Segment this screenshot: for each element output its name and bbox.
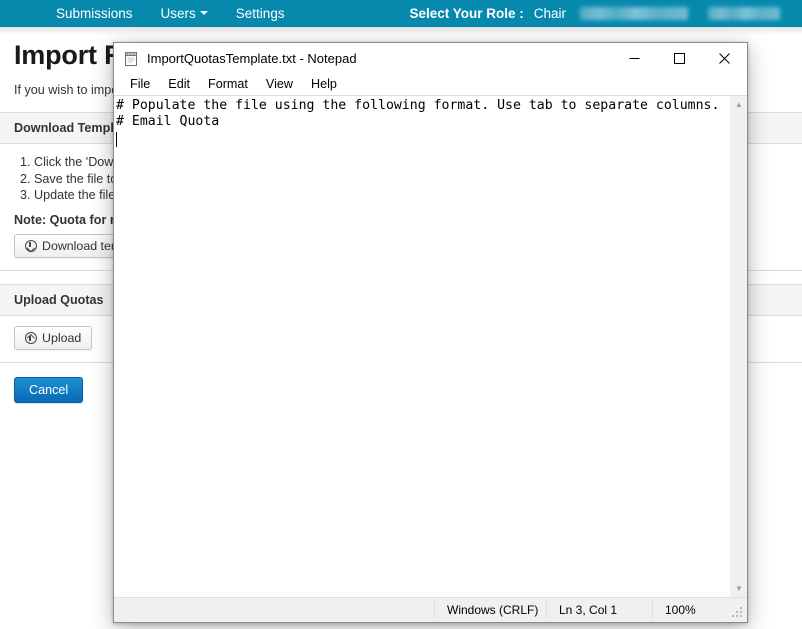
upload-button-label: Upload — [42, 331, 81, 345]
nav-item-submissions[interactable]: Submissions — [42, 0, 147, 27]
nav-item-settings[interactable]: Settings — [222, 0, 299, 27]
role-dropdown-chair[interactable]: Chair — [532, 0, 576, 27]
notepad-status-bar: Windows (CRLF) Ln 3, Col 1 100% — [114, 597, 747, 622]
text-caret — [116, 132, 117, 147]
nav-item-label: Settings — [236, 6, 285, 21]
notepad-icon — [123, 51, 139, 67]
download-icon — [25, 240, 37, 252]
role-dropdown-label: Chair — [534, 6, 566, 21]
redacted-dropdown-1[interactable] — [576, 7, 704, 20]
menu-help[interactable]: Help — [302, 76, 346, 92]
scroll-down-icon[interactable]: ▼ — [731, 580, 748, 597]
redacted-text — [580, 7, 688, 20]
notepad-title-bar[interactable]: ImportQuotasTemplate.txt - Notepad — [114, 43, 747, 74]
redacted-text — [708, 7, 780, 20]
menu-edit[interactable]: Edit — [159, 76, 199, 92]
vertical-scrollbar[interactable]: ▲ ▼ — [730, 96, 747, 597]
notepad-text-content[interactable]: # Populate the file using the following … — [114, 96, 730, 597]
nav-item-label: Users — [161, 6, 196, 21]
top-navigation-bar: Submissions Users Settings Select Your R… — [0, 0, 802, 27]
upload-icon — [25, 332, 37, 344]
close-button[interactable] — [702, 43, 747, 74]
upload-button[interactable]: Upload — [14, 326, 92, 350]
window-controls — [612, 43, 747, 74]
status-cursor-position: Ln 3, Col 1 — [546, 602, 652, 618]
redacted-dropdown-2[interactable] — [704, 7, 796, 20]
minimize-button[interactable] — [612, 43, 657, 74]
notepad-menu-bar: File Edit Format View Help — [114, 74, 747, 95]
nav-left-group: Submissions Users Settings — [42, 0, 299, 27]
notepad-editor-area[interactable]: # Populate the file using the following … — [114, 95, 747, 597]
text-line: # Email Quota — [116, 114, 219, 129]
status-zoom-level: 100% — [652, 602, 736, 618]
menu-file[interactable]: File — [121, 76, 159, 92]
nav-right-group: Select Your Role : Chair — [409, 0, 802, 27]
notepad-title-text: ImportQuotasTemplate.txt - Notepad — [147, 51, 612, 66]
text-line: # Populate the file using the following … — [116, 98, 719, 113]
menu-view[interactable]: View — [257, 76, 302, 92]
scroll-up-icon[interactable]: ▲ — [731, 96, 748, 113]
nav-item-users[interactable]: Users — [147, 0, 222, 27]
maximize-button[interactable] — [657, 43, 702, 74]
menu-format[interactable]: Format — [199, 76, 257, 92]
cancel-button[interactable]: Cancel — [14, 377, 83, 403]
header-shadow — [0, 27, 802, 36]
chevron-down-icon — [200, 11, 208, 15]
status-line-ending: Windows (CRLF) — [434, 602, 546, 618]
nav-item-label: Submissions — [56, 6, 133, 21]
resize-grip-icon[interactable] — [732, 607, 744, 619]
select-role-label: Select Your Role : — [409, 6, 531, 21]
notepad-window[interactable]: ImportQuotasTemplate.txt - Notepad File … — [113, 42, 748, 623]
